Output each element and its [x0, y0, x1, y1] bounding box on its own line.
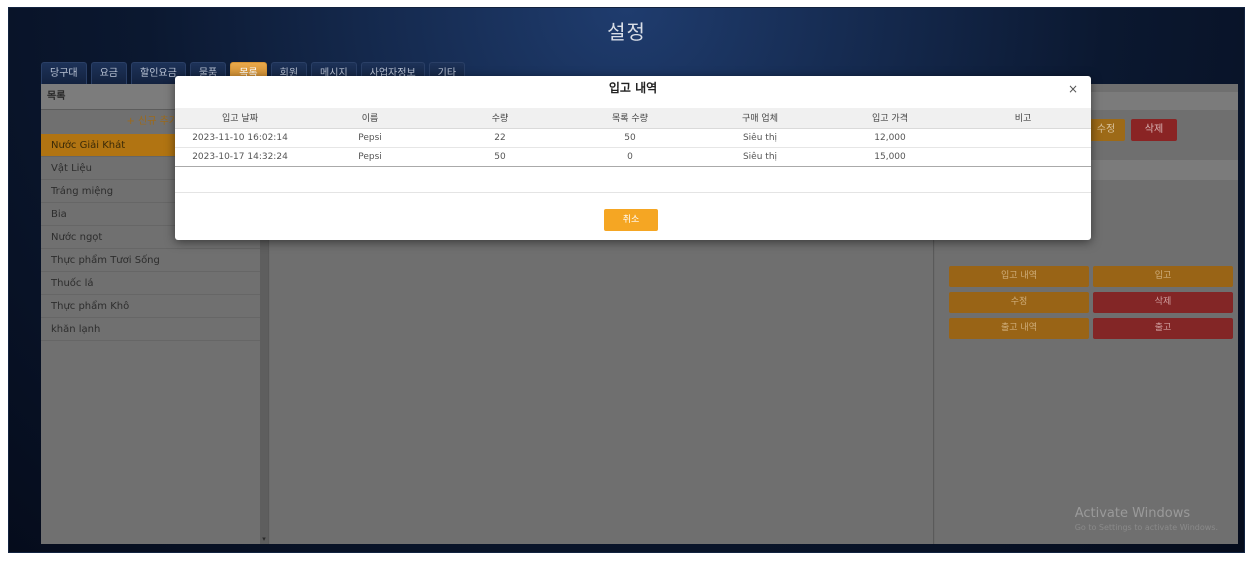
stock-out-button[interactable]: 출고: [1093, 318, 1233, 339]
table-cell: Siêu thị: [695, 128, 825, 148]
stock-in-button[interactable]: 입고: [1093, 266, 1233, 287]
category-item[interactable]: Thuốc lá: [41, 272, 268, 295]
stock-out-history-button[interactable]: 출고 내역: [949, 318, 1089, 339]
modal-footer-divider: [175, 192, 1091, 193]
window-frame: 설정 당구대 요금 할인요금 물품 목록 회원 메시지 사업자정보 기타 목록 …: [0, 0, 1253, 562]
table-cell: Siêu thị: [695, 147, 825, 167]
table-header-row: 입고 날짜 이름 수량 목록 수량 구매 업체 입고 가격 비고: [175, 108, 1091, 129]
table-cell: Pepsi: [305, 128, 435, 148]
stock-in-history-modal: 입고 내역 × 입고 날짜 이름 수량 목록 수량 구매 업체 입고 가격 비고…: [175, 76, 1091, 240]
table-cell: Pepsi: [305, 147, 435, 167]
column-header: 수량: [435, 108, 565, 129]
activation-watermark: Activate Windows Go to Settings to activ…: [1075, 506, 1218, 532]
modal-title: 입고 내역: [608, 81, 658, 95]
table-row[interactable]: 2023-11-10 16:02:14 Pepsi 22 50 Siêu thị…: [175, 128, 1091, 148]
column-header: 구매 업체: [695, 108, 825, 129]
column-header: 이름: [305, 108, 435, 129]
category-item[interactable]: Thực phẩm Khô: [41, 295, 268, 318]
column-header: 입고 가격: [825, 108, 955, 129]
edit-item-button[interactable]: 수정: [949, 292, 1089, 313]
table-cell: 12,000: [825, 128, 955, 148]
scroll-down-arrow-icon[interactable]: ▾: [260, 534, 268, 544]
delete-category-button[interactable]: 삭제: [1131, 119, 1177, 141]
table-cell: 2023-10-17 14:32:24: [175, 147, 305, 167]
table-cell: 50: [565, 128, 695, 148]
table-cell: 0: [565, 147, 695, 167]
stock-in-history-button[interactable]: 입고 내역: [949, 266, 1089, 287]
table-row[interactable]: 2023-10-17 14:32:24 Pepsi 50 0 Siêu thị …: [175, 147, 1091, 167]
window-title: 설정: [607, 20, 646, 44]
watermark-title: Activate Windows: [1074, 506, 1191, 521]
table-cell: [955, 147, 1091, 167]
item-action-grid: 입고 내역 입고 수정 삭제 출고 내역 출고: [949, 266, 1233, 339]
delete-item-button[interactable]: 삭제: [1093, 292, 1233, 313]
table-cell: 22: [435, 128, 565, 148]
tab-rates[interactable]: 요금: [90, 62, 128, 84]
edit-category-button[interactable]: 수정: [1087, 119, 1125, 141]
cancel-button[interactable]: 취소: [604, 209, 658, 231]
column-header: 목록 수량: [565, 108, 695, 129]
table-cell: 2023-11-10 16:02:14: [175, 128, 305, 148]
close-icon[interactable]: ×: [1067, 83, 1079, 95]
table-cell: 50: [435, 147, 565, 167]
table-cell: 15,000: [825, 147, 955, 167]
category-action-buttons: 수정 삭제: [1087, 119, 1177, 141]
table-cell: [955, 128, 1091, 148]
category-item[interactable]: Thực phẩm Tươi Sống: [41, 249, 268, 272]
column-header: 입고 날짜: [175, 108, 305, 129]
column-header: 비고: [955, 108, 1091, 129]
tab-tables[interactable]: 당구대: [41, 62, 87, 84]
watermark-subtitle: Go to Settings to activate Windows.: [1074, 523, 1218, 532]
stock-in-table: 입고 날짜 이름 수량 목록 수량 구매 업체 입고 가격 비고 2023-11…: [175, 108, 1091, 167]
category-item[interactable]: khăn lạnh: [41, 318, 268, 341]
